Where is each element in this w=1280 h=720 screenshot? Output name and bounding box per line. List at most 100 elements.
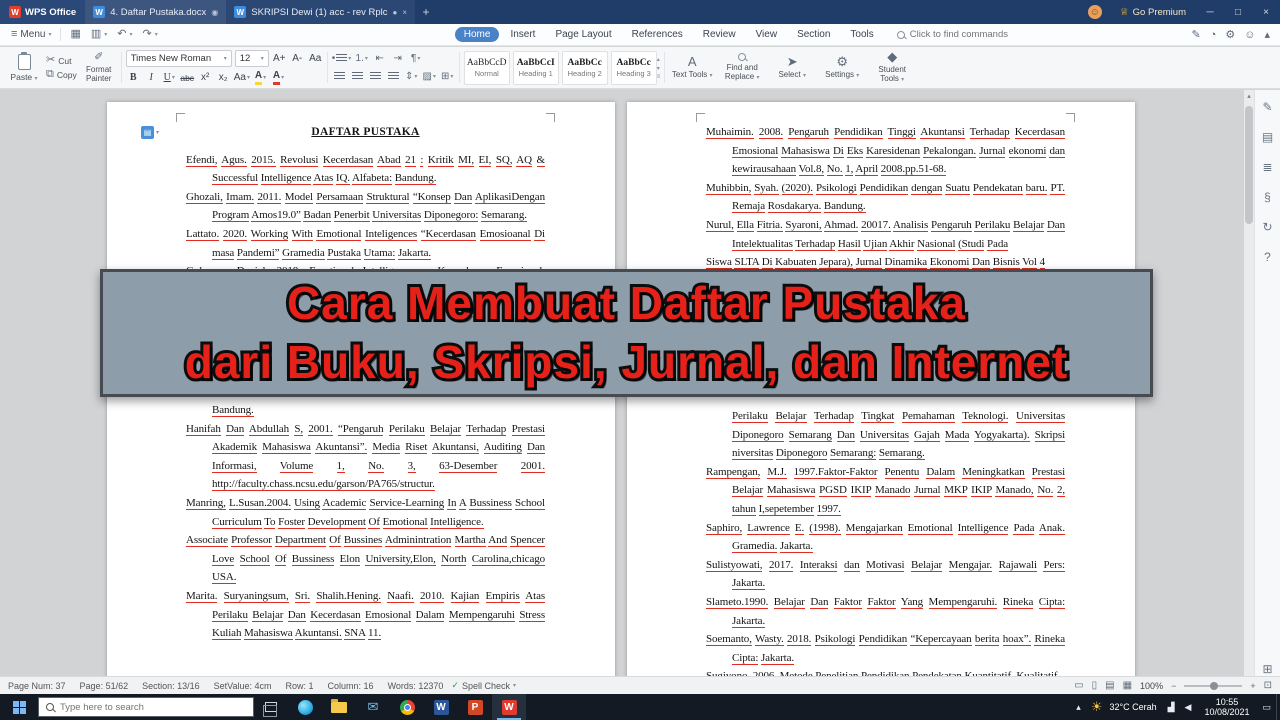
collapse-ribbon-icon[interactable]: ▴ <box>1264 28 1270 41</box>
bibliography-entry[interactable]: Efendi, Agus. 2015. Revolusi Kecerdasan … <box>186 151 545 188</box>
increase-indent-button[interactable]: ⇥ <box>390 51 405 66</box>
status-field[interactable]: Section: 13/16 <box>142 681 200 691</box>
status-field[interactable]: SetValue: 4cm <box>214 681 272 691</box>
settings-button[interactable]: ⚙ Settings ▾ <box>819 55 865 81</box>
gear-icon[interactable]: ⚙ <box>1225 28 1235 41</box>
feedback-smiley-icon[interactable]: ☺ <box>1244 29 1255 41</box>
align-center-button[interactable] <box>350 69 365 84</box>
bibliography-entry[interactable]: Perilaku Belajar Terhadap Tingkat Pemaha… <box>706 407 1065 463</box>
note-icon[interactable]: ▤ <box>1262 130 1273 144</box>
bibliography-entry[interactable]: Sulistyowati, 2017. Interaksi dan Motiva… <box>706 556 1065 593</box>
style-card[interactable]: AaBbCcD Normal <box>464 51 510 85</box>
font-color-button[interactable]: A▾ <box>271 70 286 85</box>
ribbon-tab[interactable]: View <box>747 27 787 42</box>
zoom-in-button[interactable]: + <box>1250 681 1255 691</box>
styles-more-icon[interactable]: ≡ <box>657 74 661 80</box>
text-tools-button[interactable]: A Text Tools ▾ <box>669 55 715 81</box>
scrollbar-thumb[interactable] <box>1245 106 1253 224</box>
read-view-icon[interactable]: ▭ <box>1074 680 1083 691</box>
edit-pen-icon[interactable]: ✎ <box>1262 100 1272 114</box>
minimize-button[interactable]: ─ <box>1196 7 1224 18</box>
font-size-select[interactable]: 12 ▾ <box>235 50 269 67</box>
cut-button[interactable]: ✂Cut <box>46 55 77 66</box>
ribbon-tab[interactable]: References <box>623 27 692 42</box>
go-premium-button[interactable]: ♕ Go Premium <box>1110 7 1196 18</box>
document-tab-skripsi[interactable]: W SKRIPSI Dewi (1) acc - rev Rplc ● × <box>226 0 415 24</box>
status-field[interactable]: Page Num: 37 <box>8 681 66 691</box>
redo-button[interactable]: ↷▾ <box>138 26 163 44</box>
zoom-slider-thumb[interactable] <box>1210 682 1218 690</box>
align-left-button[interactable] <box>332 69 347 84</box>
bibliography-entry[interactable]: Nurul, Ella Fitria. Syaroni, Ahmad. 2001… <box>706 216 1065 253</box>
help-icon[interactable]: ? <box>1264 250 1271 264</box>
wps-office-brand[interactable]: W WPS Office <box>0 0 85 24</box>
outline-list-icon[interactable]: ≣ <box>1262 160 1272 174</box>
styles-up-icon[interactable]: ▴ <box>657 56 661 63</box>
italic-button[interactable]: I <box>144 70 159 85</box>
taskbar-search[interactable] <box>38 697 254 717</box>
bibliography-entry[interactable]: Soemanto, Wasty. 2018. Psikologi Pendidi… <box>706 630 1065 667</box>
task-view-button[interactable] <box>254 694 288 720</box>
grid-pages-icon[interactable]: ⊞ <box>1262 662 1272 676</box>
outline-view-icon[interactable]: ▤ <box>1105 680 1114 691</box>
bibliography-entry[interactable]: Lattato. 2020. Working With Emotional In… <box>186 225 545 262</box>
avatar[interactable]: ☺ <box>1088 5 1102 19</box>
save-button[interactable]: ▦ <box>65 26 85 44</box>
line-spacing-button[interactable]: ⇕▾ <box>404 69 419 84</box>
find-replace-button[interactable]: Find and Replace ▾ <box>719 53 765 83</box>
refresh-icon[interactable]: ↻ <box>1262 220 1272 234</box>
word-taskbar-button[interactable]: W <box>424 694 458 720</box>
bibliography-entry[interactable]: Rampengan, M.J. 1997.Faktor-Faktor Penen… <box>706 463 1065 519</box>
start-button[interactable] <box>0 694 38 720</box>
bibliography-entry[interactable]: Muhibbin, Syah. (2020). Psikologi Pendid… <box>706 179 1065 216</box>
web-view-icon[interactable]: ▦ <box>1123 680 1132 691</box>
notification-icon[interactable]: ◔ <box>1210 29 1217 41</box>
edit-mode-icon[interactable]: ✎ <box>1191 28 1200 41</box>
shrink-font-button[interactable]: A- <box>290 51 305 66</box>
print-button[interactable]: ▥▾ <box>86 26 112 44</box>
style-card[interactable]: AaBbCc Heading 2 <box>562 51 608 85</box>
vertical-scrollbar[interactable]: ▴ <box>1244 90 1254 676</box>
close-tab-icon[interactable]: × <box>402 8 407 17</box>
wps-taskbar-button[interactable]: W <box>492 694 526 720</box>
spell-check-button[interactable]: ✓ Spell Check ▾ <box>451 680 516 691</box>
close-window-button[interactable]: × <box>1252 7 1280 18</box>
zoom-slider[interactable] <box>1184 685 1242 687</box>
decrease-indent-button[interactable]: ⇤ <box>372 51 387 66</box>
action-center-icon[interactable]: ▭ <box>1257 694 1276 720</box>
bibliography-entry[interactable]: Bandung. <box>186 401 545 420</box>
menu-button[interactable]: ≡ Menu ▾ <box>6 26 56 44</box>
pin-icon[interactable]: ◉ <box>211 8 218 17</box>
borders-button[interactable]: ⊞▾ <box>440 69 455 84</box>
status-field[interactable]: Row: 1 <box>286 681 314 691</box>
status-field[interactable]: Words: 12370 <box>388 681 444 691</box>
numbering-button[interactable]: 1.▾ <box>354 51 369 66</box>
maximize-button[interactable]: □ <box>1224 7 1252 18</box>
style-card[interactable]: AaBbCcI Heading 1 <box>513 51 559 85</box>
page-setup-icon[interactable]: ▤ ▾ <box>141 126 159 139</box>
print-view-icon[interactable]: ▯ <box>1092 680 1098 691</box>
zoom-percent[interactable]: 100% <box>1140 681 1163 691</box>
justify-button[interactable] <box>386 69 401 84</box>
powerpoint-taskbar-button[interactable]: P <box>458 694 492 720</box>
file-explorer-taskbar-button[interactable] <box>322 694 356 720</box>
clear-format-button[interactable]: Aa <box>308 51 323 66</box>
zoom-out-button[interactable]: − <box>1171 681 1176 691</box>
font-name-select[interactable]: Times New Roman ▾ <box>126 50 232 67</box>
edge-taskbar-button[interactable] <box>288 694 322 720</box>
underline-button[interactable]: U▾ <box>162 70 177 85</box>
styles-gallery-arrows[interactable]: ▴ ▾ ≡ <box>657 50 661 85</box>
change-case-button[interactable]: Aa▾ <box>234 70 250 85</box>
format-painter-button[interactable]: ✐ Format Painter <box>81 52 117 83</box>
paste-button[interactable]: Paste ▾ <box>6 54 42 82</box>
command-search-input[interactable] <box>910 29 1030 40</box>
bold-button[interactable]: B <box>126 70 141 85</box>
network-signal-icon[interactable]: ▟ <box>1163 694 1180 720</box>
ribbon-tab[interactable]: Insert <box>501 27 544 42</box>
ribbon-tab[interactable]: Page Layout <box>546 27 620 42</box>
superscript-button[interactable]: x² <box>198 70 213 85</box>
align-right-button[interactable] <box>368 69 383 84</box>
styles-down-icon[interactable]: ▾ <box>657 65 661 72</box>
grow-font-button[interactable]: A+ <box>272 51 287 66</box>
bullets-button[interactable]: •▾ <box>332 51 352 66</box>
